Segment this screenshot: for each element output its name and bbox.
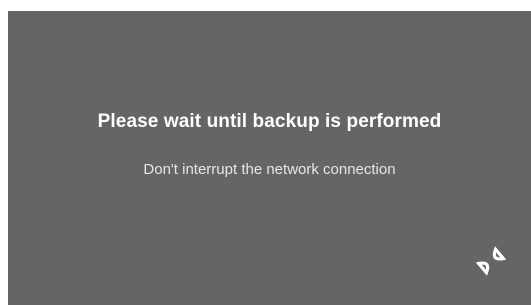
brand-logo-icon [475,246,507,276]
backup-wait-screen: Please wait until backup is performed Do… [8,11,531,305]
backup-subtitle: Don't interrupt the network connection [143,161,396,178]
backup-title: Please wait until backup is performed [97,111,442,132]
